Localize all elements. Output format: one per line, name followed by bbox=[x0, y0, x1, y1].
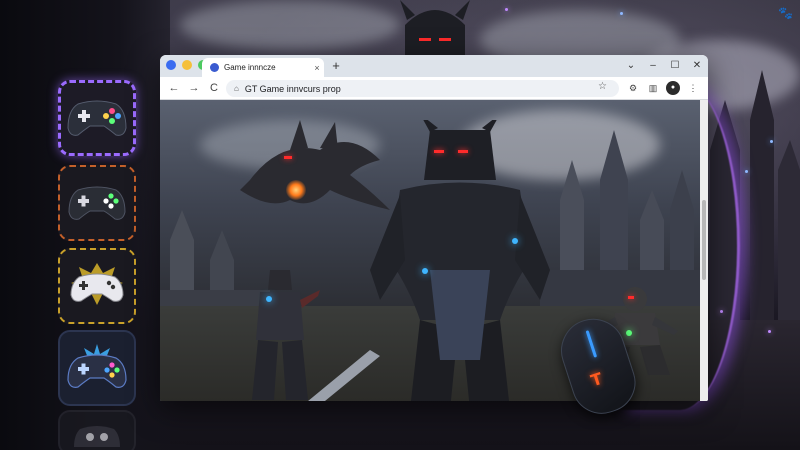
profile-icon[interactable]: ● bbox=[666, 81, 680, 95]
wallpaper-knight-helmet bbox=[400, 0, 470, 58]
menu-icon[interactable]: ⋮ bbox=[686, 81, 700, 95]
star-icon[interactable]: ☆ bbox=[598, 81, 607, 92]
art-dragon-eye bbox=[284, 156, 292, 159]
gamepad-icon bbox=[74, 425, 120, 447]
address-text[interactable]: GT Game innvcurs prop bbox=[245, 84, 341, 94]
wallpaper-spark bbox=[745, 170, 748, 173]
art-fire-glow bbox=[286, 180, 306, 200]
art-warrior-gem bbox=[266, 296, 272, 302]
tab-strip: Game innncze × + ⌄ – ☐ ✕ bbox=[160, 55, 708, 77]
maximize-button[interactable]: ☐ bbox=[664, 57, 686, 75]
gamepad-icon bbox=[67, 344, 127, 388]
mouse-logo: T bbox=[588, 368, 605, 391]
page-scrollbar[interactable] bbox=[700, 100, 708, 401]
tab-title: Game innncze bbox=[224, 63, 276, 72]
wallpaper-spark bbox=[770, 140, 773, 143]
tab-game[interactable]: Game innncze × bbox=[202, 58, 324, 77]
browser-logo-icon bbox=[166, 60, 176, 70]
extension-icon[interactable]: ⚙ bbox=[626, 81, 640, 95]
art-knight-eye-right bbox=[458, 150, 468, 153]
site-info-icon[interactable]: ⌂ bbox=[234, 84, 239, 93]
forward-button[interactable]: → bbox=[186, 80, 202, 96]
art-goblin-gem bbox=[626, 330, 632, 336]
controller-tile-5[interactable] bbox=[58, 410, 136, 450]
wallpaper-cloud bbox=[180, 0, 400, 50]
gamepad-icon bbox=[67, 100, 127, 136]
controller-tile-3[interactable] bbox=[58, 248, 136, 324]
art-knight-eye-left bbox=[434, 150, 444, 153]
minimize-button[interactable]: – bbox=[642, 57, 664, 75]
close-tab-icon[interactable]: × bbox=[310, 63, 324, 73]
mouse-light-stripe bbox=[585, 330, 598, 358]
controller-tile-1[interactable] bbox=[58, 80, 136, 156]
tab-search-button[interactable]: ⌄ bbox=[620, 57, 642, 75]
paw-icon[interactable]: 🐾 bbox=[778, 6, 793, 20]
minimize-dot[interactable] bbox=[182, 60, 192, 70]
gamepad-icon bbox=[68, 186, 126, 220]
address-bar[interactable]: ⌂ GT Game innvcurs prop bbox=[226, 80, 619, 97]
new-tab-button[interactable]: + bbox=[328, 58, 344, 74]
wallpaper-spark bbox=[768, 330, 771, 333]
art-goblin-eye bbox=[628, 296, 634, 299]
controller-tile-2[interactable] bbox=[58, 165, 136, 241]
art-knight bbox=[370, 120, 550, 401]
controller-tile-4[interactable] bbox=[58, 330, 136, 406]
reload-button[interactable]: C bbox=[206, 80, 222, 96]
browser-toolbar: ← → C ⌂ GT Game innvcurs prop ☆ ⚙ ▥ ● ⋮ bbox=[160, 77, 708, 100]
art-knight-gem bbox=[422, 268, 428, 274]
wallpaper-spark bbox=[720, 310, 723, 313]
art-warrior-left bbox=[252, 270, 320, 400]
sidebar-icon[interactable]: ▥ bbox=[646, 81, 660, 95]
art-knight-gem bbox=[512, 238, 518, 244]
wallpaper-spark bbox=[505, 8, 508, 11]
wallpaper-spark bbox=[620, 12, 623, 15]
back-button[interactable]: ← bbox=[166, 80, 182, 96]
close-window-button[interactable]: ✕ bbox=[686, 57, 708, 75]
scrollbar-thumb[interactable] bbox=[702, 200, 706, 280]
gamepad-icon bbox=[70, 263, 124, 305]
favicon-icon bbox=[210, 63, 219, 72]
window-controls: ⌄ – ☐ ✕ bbox=[620, 57, 708, 75]
